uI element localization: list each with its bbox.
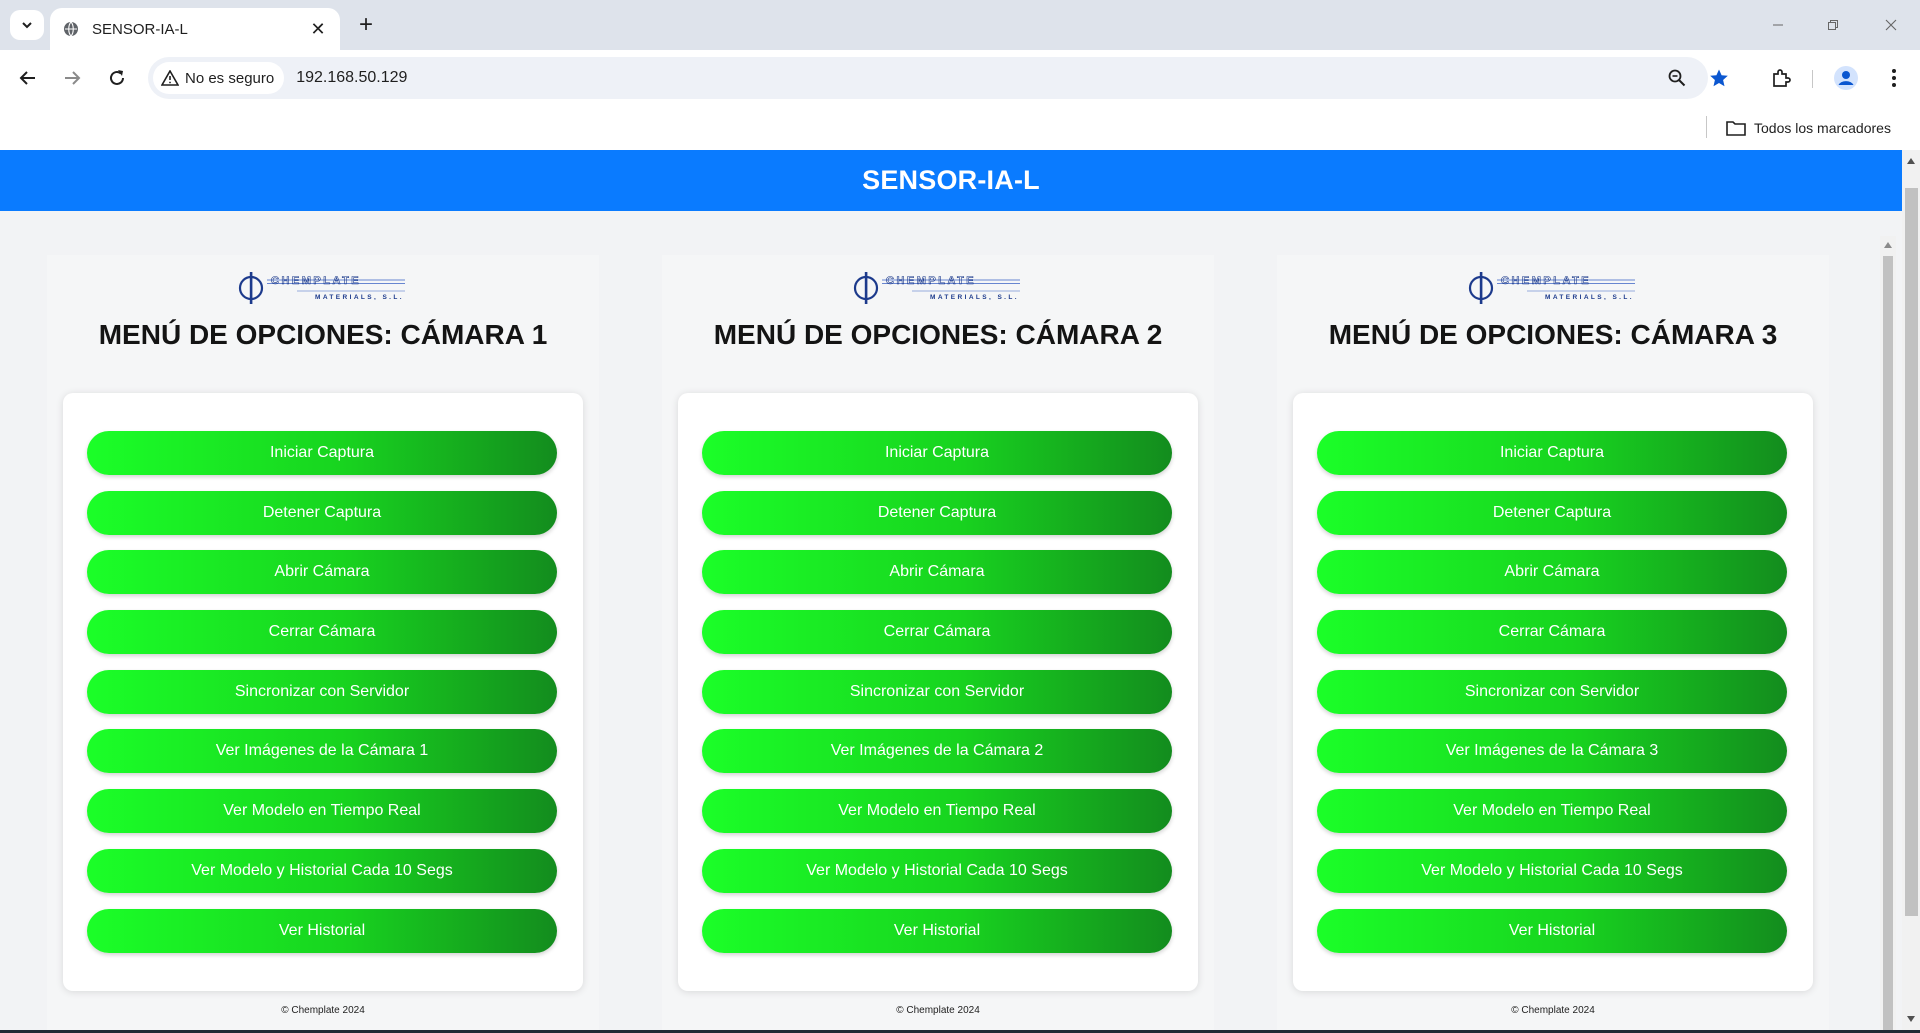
tab-search-button[interactable] [10, 10, 44, 40]
stop-capture-button[interactable]: Detener Captura [1317, 490, 1787, 535]
toolbar-divider [1812, 70, 1813, 88]
camera-3-panel: CHEMPLATE MATERIALS, S.L. MENÚ DE OPCION… [1277, 255, 1829, 1030]
globe-icon [62, 20, 80, 38]
start-capture-button[interactable]: Iniciar Captura [702, 431, 1172, 475]
warning-icon [161, 70, 179, 86]
extensions-icon[interactable] [1765, 62, 1797, 94]
camera-2-footer: © Chemplate 2024 [896, 1005, 980, 1016]
svg-text:MATERIALS, S.L.: MATERIALS, S.L. [930, 294, 1019, 301]
bookmarks-divider [1706, 116, 1707, 138]
camera-2-title: MENÚ DE OPCIONES: CÁMARA 2 [713, 319, 1163, 350]
inner-scrollbar-thumb[interactable] [1883, 256, 1893, 1030]
start-capture-button[interactable]: Iniciar Captura [87, 431, 557, 475]
view-history-button[interactable]: Ver Historial [702, 908, 1172, 953]
folder-icon [1726, 121, 1746, 136]
camera-1-footer: © Chemplate 2024 [281, 1005, 365, 1016]
camera-2-menu-card: Iniciar Captura Detener Captura Abrir Cá… [678, 393, 1198, 991]
close-window-icon[interactable] [1868, 8, 1914, 42]
sync-server-button[interactable]: Sincronizar con Servidor [87, 669, 557, 714]
camera-1-title: MENÚ DE OPCIONES: CÁMARA 1 [98, 319, 548, 350]
svg-text:MATERIALS, S.L.: MATERIALS, S.L. [1545, 294, 1634, 301]
browser-toolbar: No es seguro 192.168.50.129 [0, 50, 1920, 106]
stop-capture-button[interactable]: Detener Captura [87, 490, 557, 535]
view-history-button[interactable]: Ver Historial [87, 908, 557, 953]
page-title: SENSOR-IA-L [862, 165, 1040, 195]
view-images-button[interactable]: Ver Imágenes de la Cámara 1 [87, 729, 557, 774]
kebab-menu-icon[interactable] [1878, 62, 1910, 94]
new-tab-button[interactable]: + [352, 11, 380, 39]
address-bar[interactable]: No es seguro 192.168.50.129 [148, 57, 1728, 99]
scroll-up-arrow-icon[interactable] [1884, 242, 1892, 248]
model-history-10s-button[interactable]: Ver Modelo y Historial Cada 10 Segs [1317, 848, 1787, 893]
zoom-icon[interactable] [1661, 62, 1693, 94]
open-camera-button[interactable]: Abrir Cámara [702, 550, 1172, 595]
chemplate-logo: CHEMPLATE MATERIALS, S.L. [853, 272, 1020, 304]
page-scrollbar-thumb[interactable] [1905, 188, 1918, 916]
realtime-model-button[interactable]: Ver Modelo en Tiempo Real [1317, 789, 1787, 834]
all-bookmarks-label: Todos los marcadores [1754, 120, 1891, 136]
close-camera-button[interactable]: Cerrar Cámara [87, 610, 557, 655]
camera-1-panel: CHEMPLATE MATERIALS, S.L. MENÚ DE OPCION… [47, 255, 599, 1030]
sync-server-button[interactable]: Sincronizar con Servidor [702, 669, 1172, 714]
model-history-10s-button[interactable]: Ver Modelo y Historial Cada 10 Segs [87, 848, 557, 893]
scroll-up-arrow-icon[interactable] [1907, 158, 1915, 164]
profile-avatar-icon[interactable] [1830, 62, 1862, 94]
bookmark-star-icon[interactable] [1703, 62, 1735, 94]
back-arrow-icon[interactable] [12, 62, 44, 94]
restore-icon[interactable] [1810, 8, 1856, 42]
svg-text:MATERIALS, S.L.: MATERIALS, S.L. [315, 294, 404, 301]
camera-2-panel: CHEMPLATE MATERIALS, S.L. MENÚ DE OPCION… [662, 255, 1214, 1030]
model-history-10s-button[interactable]: Ver Modelo y Historial Cada 10 Segs [702, 848, 1172, 893]
camera-3-footer: © Chemplate 2024 [1511, 1005, 1595, 1016]
svg-text:CHEMPLATE: CHEMPLATE [1501, 275, 1591, 287]
chevron-down-icon [22, 22, 32, 29]
realtime-model-button[interactable]: Ver Modelo en Tiempo Real [702, 789, 1172, 834]
tab-title: SENSOR-IA-L [92, 20, 188, 38]
bookmarks-bar: Todos los marcadores [0, 106, 1920, 150]
svg-text:CHEMPLATE: CHEMPLATE [271, 275, 361, 287]
view-images-button[interactable]: Ver Imágenes de la Cámara 2 [702, 729, 1172, 774]
start-capture-button[interactable]: Iniciar Captura [1317, 431, 1787, 475]
scroll-down-arrow-icon[interactable] [1907, 1016, 1915, 1022]
all-bookmarks-button[interactable]: Todos los marcadores [1726, 114, 1891, 142]
view-history-button[interactable]: Ver Historial [1317, 908, 1787, 953]
camera-3-title: MENÚ DE OPCIONES: CÁMARA 3 [1328, 319, 1778, 350]
tab-close-icon[interactable]: ✕ [308, 19, 328, 39]
security-chip[interactable]: No es seguro [153, 62, 285, 94]
security-label: No es seguro [185, 69, 275, 87]
url-text[interactable]: 192.168.50.129 [296, 69, 407, 87]
stop-capture-button[interactable]: Detener Captura [702, 490, 1172, 535]
close-camera-button[interactable]: Cerrar Cámara [1317, 610, 1787, 655]
tab-strip: SENSOR-IA-L ✕ + [0, 0, 1920, 50]
realtime-model-button[interactable]: Ver Modelo en Tiempo Real [87, 789, 557, 834]
sync-server-button[interactable]: Sincronizar con Servidor [1317, 669, 1787, 714]
camera-3-menu-card: Iniciar Captura Detener Captura Abrir Cá… [1293, 393, 1813, 991]
page-scrollbar[interactable] [1902, 150, 1920, 1030]
view-images-button[interactable]: Ver Imágenes de la Cámara 3 [1317, 729, 1787, 774]
open-camera-button[interactable]: Abrir Cámara [87, 550, 557, 595]
chemplate-logo: CHEMPLATE MATERIALS, S.L. [238, 272, 405, 304]
page-header: SENSOR-IA-L [0, 150, 1902, 211]
active-tab[interactable]: SENSOR-IA-L ✕ [50, 8, 340, 50]
chemplate-logo: CHEMPLATE MATERIALS, S.L. [1468, 272, 1635, 304]
svg-text:CHEMPLATE: CHEMPLATE [886, 275, 976, 287]
reload-icon[interactable] [101, 62, 133, 94]
minimize-icon[interactable] [1755, 8, 1801, 42]
open-camera-button[interactable]: Abrir Cámara [1317, 550, 1787, 595]
forward-arrow-icon[interactable] [56, 62, 88, 94]
close-camera-button[interactable]: Cerrar Cámara [702, 610, 1172, 655]
inner-scrollbar[interactable] [1880, 236, 1896, 1030]
camera-1-menu-card: Iniciar Captura Detener Captura Abrir Cá… [63, 393, 583, 991]
page-viewport: SENSOR-IA-L CHEMPLATE MATERIALS, S.L. ME… [0, 150, 1902, 1030]
